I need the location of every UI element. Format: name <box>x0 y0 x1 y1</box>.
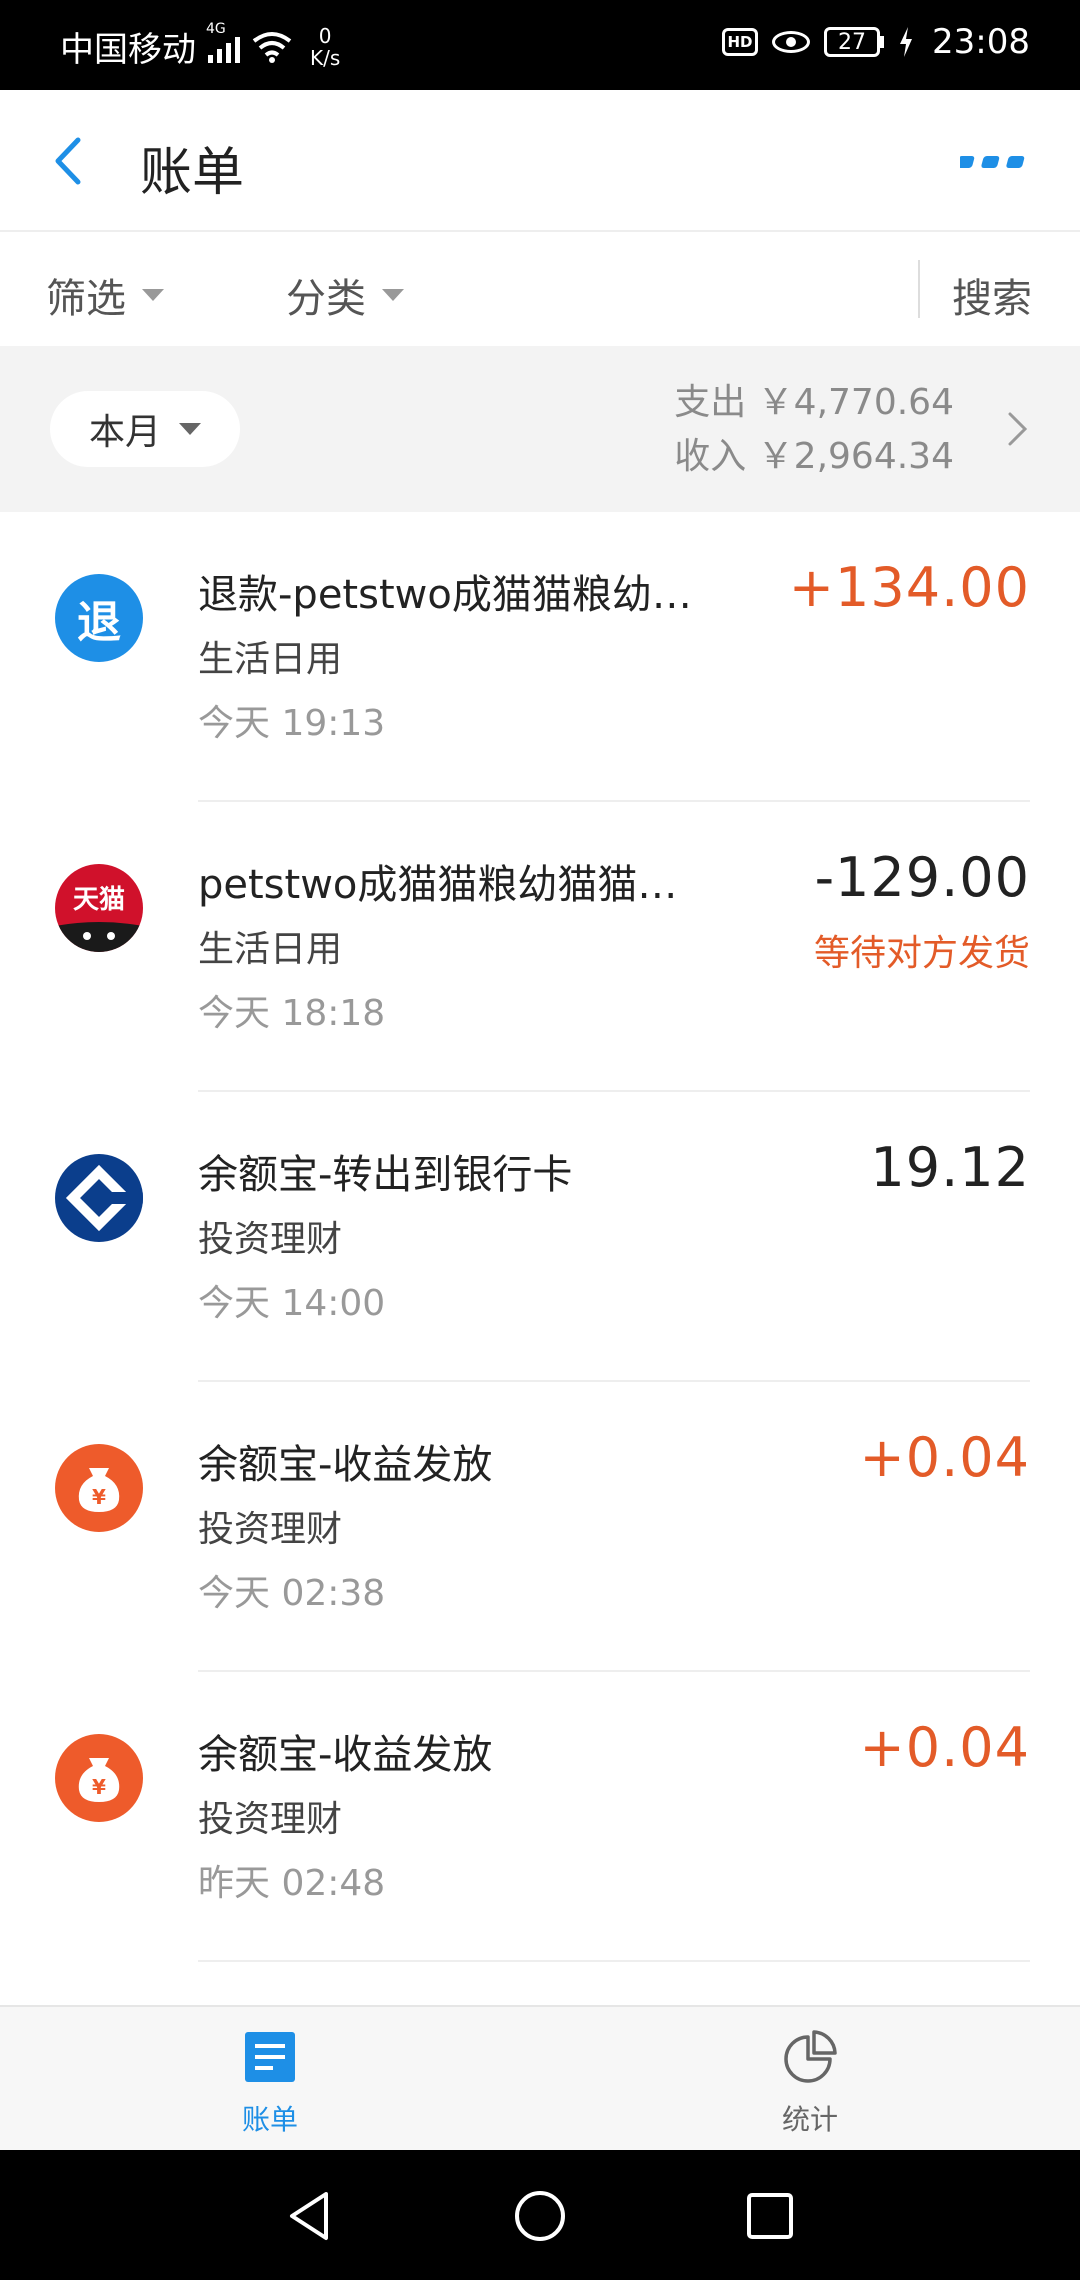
month-summary[interactable]: 本月 支出 ￥4,770.64 收入 ￥2,964.34 <box>0 346 1080 512</box>
month-selector[interactable]: 本月 <box>50 391 240 467</box>
svg-text:¥: ¥ <box>92 1485 106 1509</box>
chevron-right-icon <box>1008 412 1028 446</box>
transaction-name: 余额宝-收益发放 <box>198 1442 493 1488</box>
nav-recents-icon[interactable] <box>742 2188 798 2244</box>
refund-icon: 退 <box>55 574 143 662</box>
transaction-time: 今天 18:18 <box>198 993 386 1034</box>
clock: 23:08 <box>932 22 1030 62</box>
bank-logo-icon <box>55 1154 143 1242</box>
signal-icon: 4G <box>206 21 240 63</box>
transaction-row[interactable]: 余额宝-转出到银行卡 投资理财 今天 14:00 19.12 <box>0 1092 1080 1382</box>
transaction-amount: +134.00 <box>788 556 1030 619</box>
caret-down-icon <box>179 423 201 435</box>
tab-bill[interactable]: 账单 <box>190 2029 350 2138</box>
nav-home-icon[interactable] <box>512 2188 568 2244</box>
income-total: 收入 ￥2,964.34 <box>674 436 954 477</box>
transaction-time: 今天 02:38 <box>198 1573 386 1614</box>
filter-bar: 筛选 分类 搜索 <box>0 232 1080 346</box>
tab-statistics-label: 统计 <box>781 2103 838 2136</box>
tmall-logo-icon: 天猫 <box>55 864 143 952</box>
hd-icon: HD <box>722 28 759 56</box>
transaction-row[interactable]: 退 退款-petstwo成猫猫粮幼… 生活日用 今天 19:13 +134.00 <box>0 512 1080 802</box>
svg-text:¥: ¥ <box>92 1775 106 1799</box>
app-header: 账单 <box>0 90 1080 232</box>
money-bag-icon: ¥ <box>55 1444 143 1532</box>
bottom-tab-bar: 账单 统计 <box>0 2005 1080 2150</box>
transaction-category: 投资理财 <box>198 1799 343 1840</box>
status-bar: 中国移动 4G 0 K/s HD 27 23:08 <box>0 0 1080 90</box>
nav-back-icon[interactable] <box>282 2188 338 2244</box>
caret-down-icon <box>142 289 164 301</box>
caret-down-icon <box>382 289 404 301</box>
transaction-category: 投资理财 <box>198 1509 343 1550</box>
transaction-category: 生活日用 <box>198 639 343 680</box>
money-bag-icon: ¥ <box>55 1734 143 1822</box>
filter-dropdown[interactable]: 筛选 <box>46 266 164 324</box>
transaction-name: petstwo成猫猫粮幼猫猫… <box>198 862 678 908</box>
back-arrow-icon[interactable] <box>50 136 90 186</box>
transaction-time: 今天 19:13 <box>198 703 386 744</box>
carrier-name: 中国移动 <box>60 30 196 70</box>
category-label: 分类 <box>286 276 366 322</box>
tab-bill-label: 账单 <box>241 2103 298 2136</box>
bill-list-icon <box>245 2032 295 2082</box>
search-button[interactable]: 搜索 <box>952 266 1032 324</box>
battery-icon: 27 <box>824 27 885 57</box>
transaction-row[interactable]: ¥ 余额宝-收益发放 投资理财 今天 02:38 +0.04 <box>0 1382 1080 1672</box>
transaction-name: 余额宝-转出到银行卡 <box>198 1152 573 1198</box>
expense-total: 支出 ￥4,770.64 <box>674 382 954 423</box>
category-dropdown[interactable]: 分类 <box>286 266 404 324</box>
transaction-row[interactable]: 天猫 petstwo成猫猫粮幼猫猫… 生活日用 今天 18:18 -129.00… <box>0 802 1080 1092</box>
charging-icon <box>900 27 913 57</box>
network-speed: 0 K/s <box>310 23 341 70</box>
transaction-time: 昨天 02:48 <box>198 1863 386 1904</box>
transaction-time: 今天 14:00 <box>198 1283 386 1324</box>
more-options-icon[interactable] <box>960 152 1030 172</box>
filter-label: 筛选 <box>46 276 126 322</box>
transaction-category: 投资理财 <box>198 1219 343 1260</box>
page-title: 账单 <box>140 143 245 203</box>
transaction-amount: +0.04 <box>859 1426 1030 1489</box>
transaction-amount: 19.12 <box>870 1136 1030 1199</box>
transaction-status: 等待对方发货 <box>813 933 1030 974</box>
tab-statistics[interactable]: 统计 <box>730 2029 890 2138</box>
transaction-amount: -129.00 <box>814 846 1030 909</box>
divider <box>918 260 920 318</box>
transaction-row[interactable]: ¥ 余额宝-收益发放 投资理财 昨天 02:48 +0.04 <box>0 1672 1080 1962</box>
system-navigation-bar <box>0 2150 1080 2280</box>
transaction-category: 生活日用 <box>198 929 343 970</box>
transaction-amount: +0.04 <box>859 1716 1030 1779</box>
eye-comfort-icon <box>772 31 811 53</box>
pie-chart-icon <box>784 2030 837 2083</box>
transaction-name: 余额宝-收益发放 <box>198 1732 493 1778</box>
row-divider <box>198 1960 1030 1962</box>
month-label: 本月 <box>88 412 161 453</box>
transaction-name: 退款-petstwo成猫猫粮幼… <box>198 572 692 618</box>
totals: 支出 ￥4,770.64 收入 ￥2,964.34 <box>674 376 954 484</box>
wifi-icon <box>252 31 292 63</box>
